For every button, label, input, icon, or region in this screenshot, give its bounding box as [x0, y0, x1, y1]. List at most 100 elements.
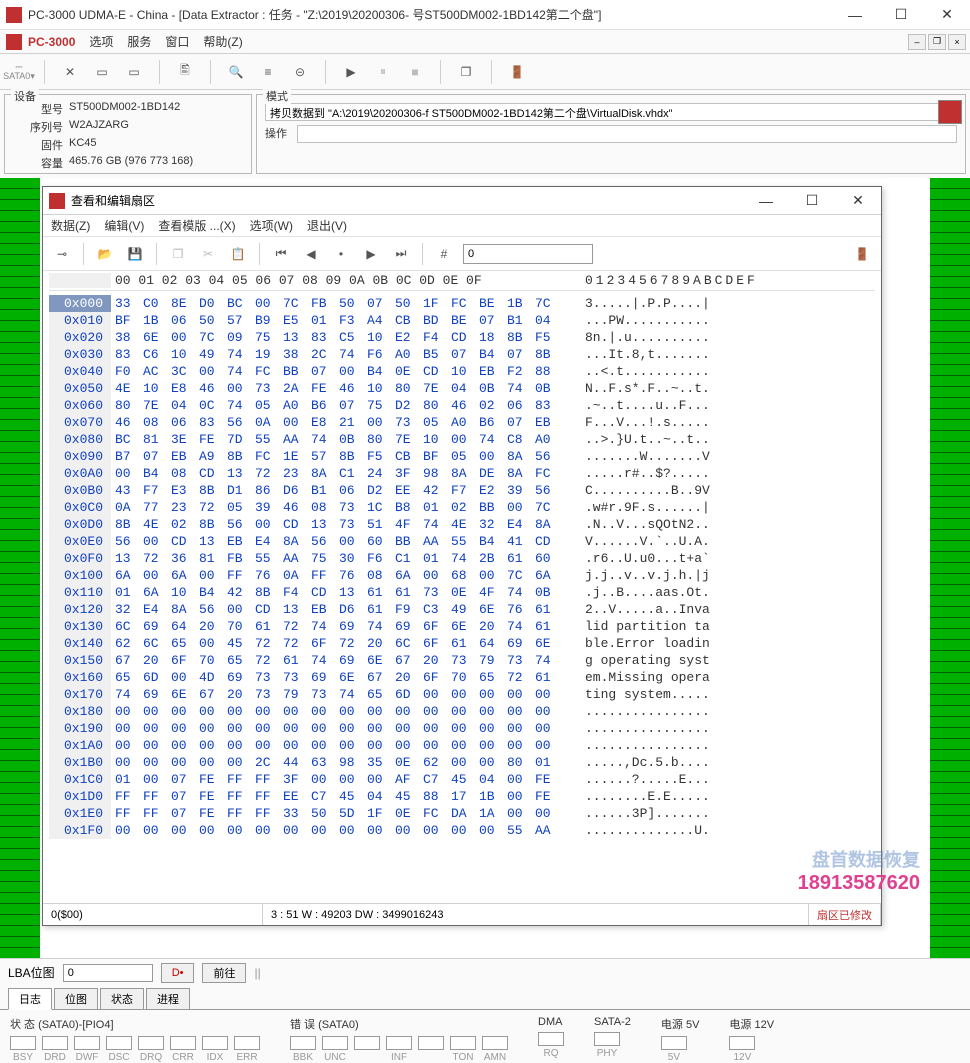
hex-row[interactable]: 0x0504E10E84600732AFE4610807E040B740BN..… [49, 380, 875, 397]
hex-center-icon[interactable]: • [330, 243, 352, 265]
led-item: BSY [10, 1036, 36, 1063]
mdi-close-button[interactable]: × [948, 34, 966, 50]
hex-search-input[interactable] [463, 244, 593, 264]
hex-row[interactable]: 0x1006A006A00FF760AFF76086A0068007C6Aj.j… [49, 567, 875, 584]
lba-input[interactable] [63, 964, 153, 982]
tools-icon[interactable]: ✕ [59, 61, 81, 83]
app-icon [6, 7, 22, 23]
hex-prev-icon[interactable]: ◀ [300, 243, 322, 265]
hex-row[interactable]: 0x1F0000000000000000000000000000055AA...… [49, 822, 875, 839]
menu-options[interactable]: 选项 [89, 33, 113, 50]
mdi-minimize-button[interactable]: – [908, 34, 926, 50]
hex-row[interactable]: 0x18000000000000000000000000000000000...… [49, 703, 875, 720]
hex-row[interactable]: 0x17074696E672073797374656D0000000000tin… [49, 686, 875, 703]
side-disk-icon[interactable] [938, 100, 962, 124]
led-box [10, 1036, 36, 1050]
hex-menu-data[interactable]: 数据(Z) [51, 217, 90, 234]
hex-row[interactable]: 0x03083C610497419382C74F6A0B507B4078B...… [49, 346, 875, 363]
menu-window[interactable]: 窗口 [165, 33, 189, 50]
task-icon[interactable]: 🖺 [174, 61, 196, 83]
hex-body[interactable]: 00 01 02 03 04 05 06 07 08 09 0A 0B 0C 0… [43, 271, 881, 903]
filter-icon[interactable]: ≡ [257, 61, 279, 83]
hex-row[interactable]: 0x07046080683560A00E821007305A0B607EBF..… [49, 414, 875, 431]
hex-row[interactable]: 0x0C00A77237205394608731CB80102BB007C.w#… [49, 499, 875, 516]
capacity-label: 容量 [13, 155, 63, 171]
hex-row[interactable]: 0x090B707EBA98BFC1E578BF5CBBF05008A56...… [49, 448, 875, 465]
hex-status-pos: 0($00) [43, 904, 263, 925]
hex-last-icon[interactable]: ⏭ [390, 243, 412, 265]
hex-row[interactable]: 0x15067206F7065726174696E672073797374g o… [49, 652, 875, 669]
led-box [138, 1036, 164, 1050]
settings-icon[interactable]: ▭ [123, 61, 145, 83]
hex-close-button[interactable]: ✕ [835, 186, 881, 216]
hex-row[interactable]: 0x19000000000000000000000000000000000...… [49, 720, 875, 737]
hex-row[interactable]: 0x140626C65004572726F72206C6F6164696Eble… [49, 635, 875, 652]
hex-row[interactable]: 0x0A000B408CD1372238AC1243F988ADE8AFC...… [49, 465, 875, 482]
maximize-button[interactable]: ☐ [878, 0, 924, 30]
hex-row[interactable]: 0x00033C08ED0BC007CFB5007501FFCBE1B7C3..… [49, 295, 875, 312]
hex-maximize-button[interactable]: ☐ [789, 186, 835, 216]
hex-minimize-button[interactable]: — [743, 186, 789, 216]
hex-row[interactable]: 0x1C0010007FEFFFF3F000000AFC7450400FE...… [49, 771, 875, 788]
device-icon[interactable]: ▭ [91, 61, 113, 83]
mdi-restore-button[interactable]: ❐ [928, 34, 946, 50]
bitmap-strip-right[interactable] [930, 178, 970, 958]
exit-icon[interactable]: 🚪 [506, 61, 528, 83]
hex-menu-exit[interactable]: 退出(V) [307, 217, 347, 234]
tab-status[interactable]: 状态 [100, 988, 144, 1009]
hex-row[interactable]: 0x1306C696420706172746974696F6E207461lid… [49, 618, 875, 635]
hex-row[interactable]: 0x12032E48A5600CD13EBD661F9C3496E76612..… [49, 601, 875, 618]
hex-row[interactable]: 0x060807E040C7405A0B60775D28046020683.~.… [49, 397, 875, 414]
minimize-button[interactable]: — [832, 0, 878, 30]
hex-row[interactable]: 0x010BF1B065057B9E501F3A4CBBDBE07B104...… [49, 312, 875, 329]
hex-window-title: 查看和编辑扇区 [71, 192, 743, 209]
tab-bitmap[interactable]: 位图 [54, 988, 98, 1009]
search-icon[interactable]: 🔍 [225, 61, 247, 83]
lba-indicator-button[interactable]: D• [161, 963, 195, 983]
menu-service[interactable]: 服务 [127, 33, 151, 50]
hex-unlock-icon[interactable]: ⊸ [51, 243, 73, 265]
hex-grid-icon[interactable]: # [433, 243, 455, 265]
hex-app-icon [49, 193, 65, 209]
lba-goto-button[interactable]: 前往 [202, 963, 246, 983]
menu-help[interactable]: 帮助(Z) [203, 33, 242, 50]
hex-row[interactable]: 0x0F013723681FB55AA7530F6C101742B6160.r6… [49, 550, 875, 567]
hex-row[interactable]: 0x020386E007C09751383C510E2F4CD188BF58n.… [49, 329, 875, 346]
hex-exit-icon[interactable]: 🚪 [851, 243, 873, 265]
hex-paste-icon[interactable]: 📋 [227, 243, 249, 265]
disk-icon[interactable]: ⊝ [289, 61, 311, 83]
led-label: AMN [482, 1052, 508, 1063]
hex-row[interactable]: 0x160656D004D697373696E67206F70657261em.… [49, 669, 875, 686]
hex-row[interactable]: 0x110016A10B4428BF4CD136161730E4F740B.j.… [49, 584, 875, 601]
hex-row[interactable]: 0x080BC813EFE7D55AA740B807E100074C8A0..>… [49, 431, 875, 448]
play-button[interactable]: ▶ [340, 61, 362, 83]
hex-row[interactable]: 0x1E0FFFF07FEFFFF33505D1F0EFCDA1A0000...… [49, 805, 875, 822]
hex-row[interactable]: 0x0B043F7E38BD186D6B106D2EE42F7E23956C..… [49, 482, 875, 499]
pause-button[interactable]: ⏸ [372, 61, 394, 83]
close-button[interactable]: ✕ [924, 0, 970, 30]
hex-menu-template[interactable]: 查看模版 ...(X) [158, 217, 235, 234]
hex-row[interactable]: 0x040F0AC3C0074FCBB0700B40ECD10EBF288..<… [49, 363, 875, 380]
stop-button[interactable]: ■ [404, 61, 426, 83]
hex-next-icon[interactable]: ▶ [360, 243, 382, 265]
bitmap-strip-left[interactable] [0, 178, 40, 958]
tab-process[interactable]: 进程 [146, 988, 190, 1009]
hex-row[interactable]: 0x1A000000000000000000000000000000000...… [49, 737, 875, 754]
hex-menu-options[interactable]: 选项(W) [250, 217, 293, 234]
led-label: TON [450, 1052, 476, 1063]
hex-row[interactable]: 0x0E05600CD13EBE48A560060BBAA55B441CDV..… [49, 533, 875, 550]
hex-save-icon[interactable]: 💾 [124, 243, 146, 265]
hex-row[interactable]: 0x1B000000000002C446398350E6200008001...… [49, 754, 875, 771]
sata-port-button[interactable]: ⎓SATA0▾ [8, 61, 30, 83]
led-item: UNC [322, 1036, 348, 1063]
hex-row[interactable]: 0x1D0FFFF07FEFFFFEEC745044588171B00FE...… [49, 788, 875, 805]
copy-button[interactable]: ❐ [455, 61, 477, 83]
hex-first-icon[interactable]: ⏮ [270, 243, 292, 265]
hex-open-icon[interactable]: 📂 [94, 243, 116, 265]
hex-copy-icon[interactable]: ❐ [167, 243, 189, 265]
tab-log[interactable]: 日志 [8, 988, 52, 1010]
led-box [729, 1036, 755, 1050]
hex-row[interactable]: 0x0D08B4E028B5600CD1373514F744E32E48A.N.… [49, 516, 875, 533]
hex-menu-edit[interactable]: 编辑(V) [104, 217, 144, 234]
hex-cut-icon[interactable]: ✂ [197, 243, 219, 265]
